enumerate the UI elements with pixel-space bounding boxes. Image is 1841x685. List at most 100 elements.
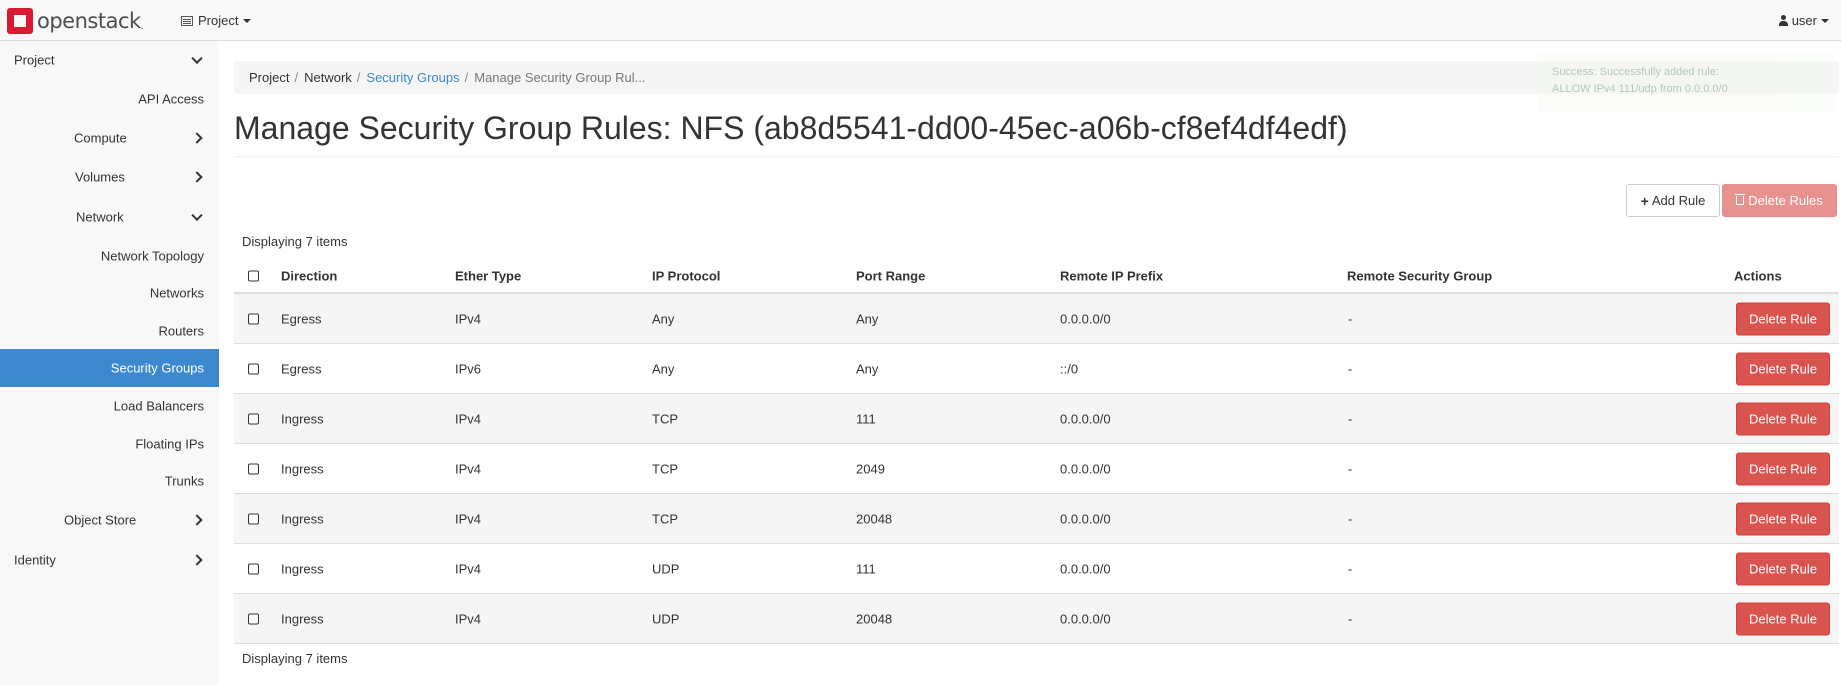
breadcrumb-separator: / bbox=[294, 70, 299, 85]
row-checkbox[interactable] bbox=[248, 613, 259, 624]
header-ether-type[interactable]: Ether Type bbox=[455, 268, 521, 283]
row-checkbox[interactable] bbox=[248, 463, 259, 474]
select-all-checkbox[interactable] bbox=[248, 270, 259, 281]
delete-rule-button[interactable]: Delete Rule bbox=[1736, 602, 1830, 635]
cell-direction: Ingress bbox=[281, 461, 324, 476]
cell-direction: Ingress bbox=[281, 411, 324, 426]
cell-remote-ip-prefix: 0.0.0.0/0 bbox=[1060, 461, 1111, 476]
table-row: Egress IPv6 Any Any::/0 - Delete Rule bbox=[234, 344, 1839, 394]
header-remote-ip-prefix[interactable]: Remote IP Prefix bbox=[1060, 268, 1163, 283]
cell-ether-type: IPv4 bbox=[455, 311, 482, 326]
user-dropdown-label: user bbox=[1791, 13, 1817, 28]
trash-icon bbox=[1735, 194, 1746, 205]
row-checkbox[interactable] bbox=[248, 413, 259, 424]
plus-icon: + bbox=[1640, 192, 1649, 209]
sidebar-item-label: Compute bbox=[74, 130, 127, 146]
openstack-logo-icon bbox=[7, 8, 33, 34]
delete-rule-button[interactable]: Delete Rule bbox=[1736, 552, 1830, 585]
delete-rule-button[interactable]: Delete Rule bbox=[1736, 352, 1830, 385]
cell-remote-ip-prefix: 0.0.0.0/0 bbox=[1060, 311, 1111, 326]
sidebar-item-label: Network Topology bbox=[100, 248, 204, 264]
breadcrumb-project[interactable]: Project bbox=[249, 70, 289, 85]
cell-ether-type: IPv4 bbox=[455, 611, 482, 626]
row-checkbox[interactable] bbox=[248, 363, 259, 374]
sidebar-item-compute[interactable]: Compute bbox=[0, 119, 219, 157]
add-rule-button[interactable]: + Add Rule bbox=[1626, 184, 1720, 217]
cell-ether-type: IPv4 bbox=[455, 461, 482, 476]
cell-remote-ip-prefix: 0.0.0.0/0 bbox=[1060, 611, 1111, 626]
caret-down-icon bbox=[243, 18, 252, 23]
chevron-down-icon bbox=[191, 52, 203, 65]
sidebar-item-project[interactable]: Project bbox=[0, 41, 219, 79]
item-count-top: Displaying 7 items bbox=[242, 234, 348, 249]
security-group-rules-table: Direction Ether Type IP Protocol Port Ra… bbox=[234, 259, 1839, 644]
cell-remote-ip-prefix: 0.0.0.0/0 bbox=[1060, 561, 1111, 576]
toast-line-2: ALLOW IPv4 111/udp from 0.0.0.0/0 bbox=[1552, 83, 1728, 95]
cell-direction: Ingress bbox=[281, 611, 324, 626]
row-checkbox[interactable] bbox=[248, 313, 259, 324]
breadcrumb-separator: / bbox=[464, 70, 469, 85]
sidebar-item-floating-ips[interactable]: Floating IPs bbox=[0, 425, 219, 463]
breadcrumb-current: Manage Security Group Rul... bbox=[474, 70, 646, 85]
header-remote-security-group[interactable]: Remote Security Group bbox=[1347, 268, 1492, 283]
chevron-right-icon bbox=[191, 554, 203, 566]
sidebar-item-label: Project bbox=[14, 52, 55, 68]
cell-ether-type: IPv6 bbox=[455, 361, 482, 376]
sidebar-item-label: Identity bbox=[14, 552, 56, 568]
success-toast[interactable]: Success: Successfully added rule: ALLOW … bbox=[1537, 52, 1835, 112]
toast-line-1: Success: Successfully added rule: bbox=[1552, 66, 1719, 78]
sidebar-item-trunks[interactable]: Trunks bbox=[0, 462, 219, 500]
delete-rule-button[interactable]: Delete Rule bbox=[1736, 452, 1830, 485]
cell-ether-type: IPv4 bbox=[455, 511, 482, 526]
add-rule-label: Add Rule bbox=[1651, 193, 1706, 208]
sidebar-item-routers[interactable]: Routers bbox=[0, 312, 219, 350]
sidebar-item-label: Routers bbox=[158, 323, 204, 339]
row-checkbox[interactable] bbox=[248, 563, 259, 574]
header-direction[interactable]: Direction bbox=[281, 268, 337, 283]
cell-remote-security-group: - bbox=[1348, 461, 1353, 476]
delete-rule-button[interactable]: Delete Rule bbox=[1736, 502, 1830, 535]
cell-direction: Ingress bbox=[281, 511, 324, 526]
cell-port-range: 2049 bbox=[856, 461, 885, 476]
page-title: Manage Security Group Rules: NFS (ab8d55… bbox=[234, 110, 1348, 146]
delete-rules-button[interactable]: Delete Rules bbox=[1722, 184, 1837, 217]
table-row: Ingress IPv4 UDP 111 0.0.0.0/0 - Delete Rule bbox=[234, 544, 1839, 594]
table-row: Ingress IPv4 TCP 20048 0.0.0.0/0 - Delete Rule bbox=[234, 494, 1839, 544]
breadcrumb-security-groups-link[interactable]: Security Groups bbox=[366, 70, 459, 85]
delete-rule-button[interactable]: Delete Rule bbox=[1736, 302, 1830, 335]
sidebar-item-api-access[interactable]: API Access bbox=[0, 80, 219, 118]
cell-remote-security-group: - bbox=[1348, 561, 1353, 576]
sidebar-item-network-topology[interactable]: Network Topology bbox=[0, 237, 219, 275]
sidebar-item-object-store[interactable]: Object Store bbox=[0, 501, 219, 539]
cell-port-range: 111 bbox=[856, 561, 876, 576]
cell-direction: Egress bbox=[281, 361, 322, 376]
sidebar-item-load-balancers[interactable]: Load Balancers bbox=[0, 387, 219, 425]
openstack-logo[interactable]: openstack. bbox=[7, 8, 144, 34]
breadcrumb-network[interactable]: Network bbox=[304, 70, 352, 85]
cell-remote-security-group: - bbox=[1348, 361, 1353, 376]
table-row: Ingress IPv4 TCP 111 0.0.0.0/0 - Delete Rule bbox=[234, 394, 1839, 444]
sidebar-item-label: Networks bbox=[149, 285, 204, 301]
delete-rule-button[interactable]: Delete Rule bbox=[1736, 402, 1830, 435]
sidebar-item-network[interactable]: Network bbox=[0, 198, 219, 236]
header-port-range[interactable]: Port Range bbox=[856, 268, 925, 283]
cell-remote-security-group: - bbox=[1348, 411, 1353, 426]
cell-ip-protocol: TCP bbox=[652, 511, 678, 526]
sidebar-item-volumes[interactable]: Volumes bbox=[0, 158, 219, 196]
table-row: Ingress IPv4 TCP 2049 0.0.0.0/0 - Delete Rule bbox=[234, 444, 1839, 494]
header-ip-protocol[interactable]: IP Protocol bbox=[652, 268, 720, 283]
cell-remote-ip-prefix: 0.0.0.0/0 bbox=[1060, 411, 1111, 426]
sidebar-item-identity[interactable]: Identity bbox=[0, 541, 219, 579]
item-count-bottom: Displaying 7 items bbox=[242, 651, 348, 666]
chevron-down-icon bbox=[191, 209, 203, 222]
user-dropdown[interactable]: user bbox=[1778, 13, 1829, 28]
project-dropdown[interactable]: Project bbox=[181, 13, 252, 28]
table-row: Ingress IPv4 UDP 20048 0.0.0.0/0 - Delete Rule bbox=[234, 594, 1839, 644]
cell-ether-type: IPv4 bbox=[455, 411, 482, 426]
sidebar-item-networks[interactable]: Networks bbox=[0, 274, 219, 312]
cell-ip-protocol: TCP bbox=[652, 411, 678, 426]
user-icon bbox=[1778, 15, 1788, 26]
sidebar-item-security-groups[interactable]: Security Groups bbox=[0, 349, 219, 387]
sidebar-item-label: Floating IPs bbox=[135, 436, 204, 452]
row-checkbox[interactable] bbox=[248, 513, 259, 524]
